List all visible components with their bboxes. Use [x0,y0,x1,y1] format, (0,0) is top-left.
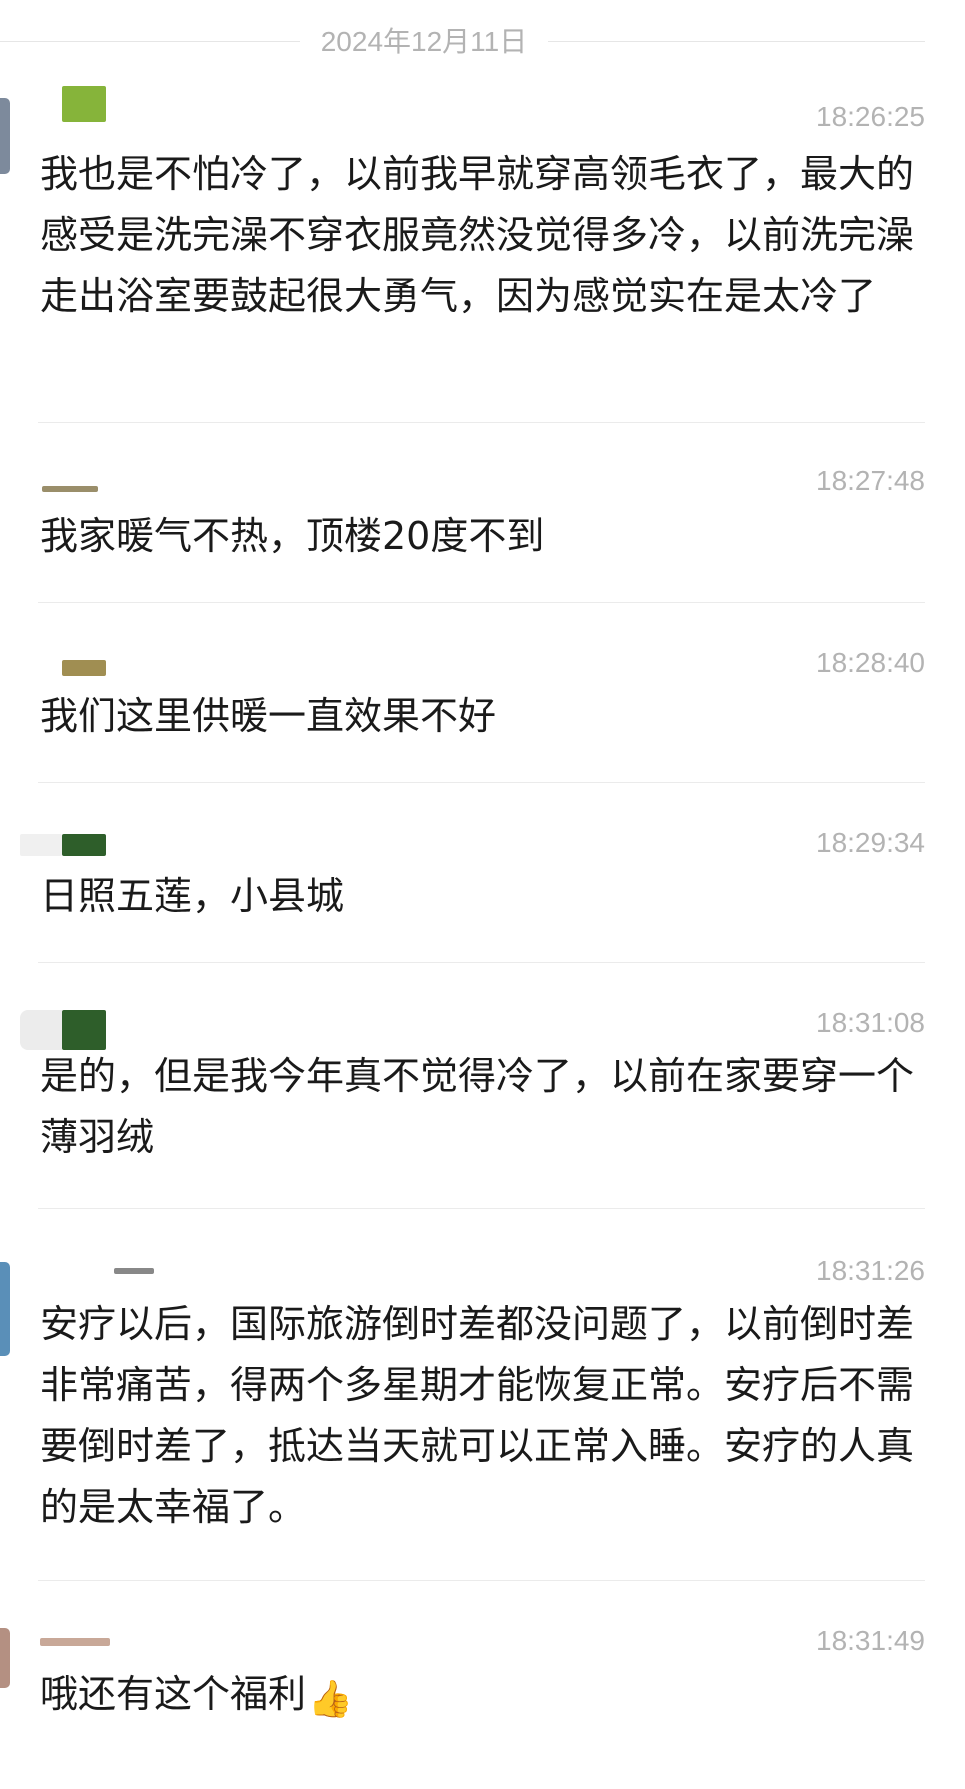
date-label: 2024年12月11日 [320,26,528,57]
divider-line [0,41,300,42]
divider-line [548,41,925,42]
message-text: 安疗以后，国际旅游倒时差都没问题了，以前倒时差非常痛苦，得两个多星期才能恢复正常… [40,1302,915,1529]
avatar[interactable] [0,1262,10,1356]
comment-item[interactable]: 18:31:26 安疗以后，国际旅游倒时差都没问题了，以前倒时差非常痛苦，得两个… [0,1226,965,1576]
username-redacted [40,1638,110,1646]
timestamp: 18:29:34 [816,827,925,858]
comment-item[interactable]: 18:31:49 哦还有这个福利👍 [0,1598,965,1789]
username-redacted [62,1010,106,1050]
message-divider [38,782,925,783]
username-redacted [114,1268,154,1274]
message-text: 我们这里供暖一直效果不好 [40,694,497,738]
username-redacted [42,486,98,492]
message-text: 我也是不怕冷了，以前我早就穿高领毛衣了，最大的感受是洗完澡不穿衣服竟然没觉得多冷… [40,152,915,318]
timestamp: 18:26:25 [816,101,925,132]
message-divider [38,962,925,963]
message-divider [38,422,925,423]
message-text: 是的，但是我今年真不觉得冷了，以前在家要穿一个薄羽绒 [40,1054,915,1159]
username-redacted [20,834,62,856]
timestamp: 18:31:08 [816,1007,925,1038]
message-text: 我家暖气不热，顶楼20度不到 [40,514,545,558]
message-divider [38,1208,925,1209]
username-redacted [20,1010,62,1050]
timestamp: 18:31:26 [816,1255,925,1286]
date-divider: 2024年12月11日 [0,22,925,62]
comment-item[interactable]: 18:29:34 日照五莲，小县城 [0,800,965,960]
username-redacted [62,86,106,122]
message-divider [38,1580,925,1581]
comment-item[interactable]: 18:28:40 我们这里供暖一直效果不好 [0,620,965,780]
message-divider [38,602,925,603]
comment-item[interactable]: 18:27:48 我家暖气不热，顶楼20度不到 [0,440,965,600]
timestamp: 18:31:49 [816,1625,925,1656]
comment-item[interactable]: 18:26:25 我也是不怕冷了，以前我早就穿高领毛衣了，最大的感受是洗完澡不穿… [0,80,965,420]
message-text-body: 哦还有这个福利 [40,1672,307,1716]
message-text: 日照五莲，小县城 [40,874,345,918]
avatar[interactable] [0,98,10,174]
thumbs-up-icon: 👍 [308,1679,353,1720]
timestamp: 18:27:48 [816,465,925,496]
username-redacted [62,660,106,676]
timestamp: 18:28:40 [816,647,925,678]
message-text: 哦还有这个福利👍 [40,1664,925,1725]
username-redacted [62,834,106,856]
avatar[interactable] [0,1628,10,1688]
comment-item[interactable]: 18:31:08 是的，但是我今年真不觉得冷了，以前在家要穿一个薄羽绒 [0,980,965,1202]
